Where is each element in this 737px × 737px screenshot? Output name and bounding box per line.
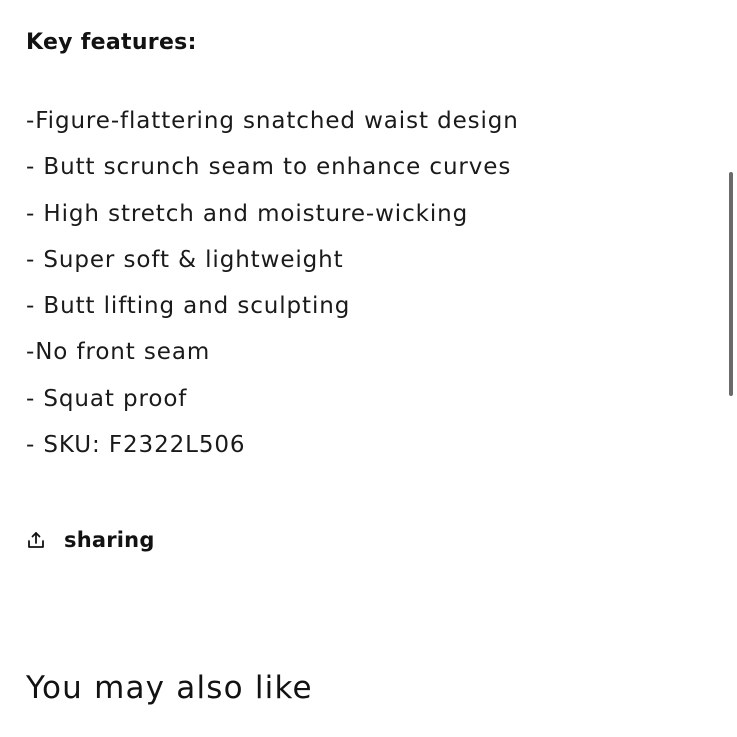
feature-item: - High stretch and moisture-wicking <box>26 200 469 227</box>
key-features-heading: Key features: <box>26 30 197 55</box>
you-may-also-like-title: You may also like <box>26 670 313 706</box>
share-icon <box>26 530 46 550</box>
feature-item: -Figure-flattering snatched waist design <box>26 108 519 134</box>
feature-item: - Super soft & lightweight <box>26 246 344 273</box>
scrollbar[interactable] <box>729 172 733 396</box>
feature-item: - Butt lifting and sculpting <box>26 293 351 320</box>
share-button[interactable]: sharing <box>26 528 155 552</box>
features-list: -Figure-flattering snatched waist design… <box>26 98 519 468</box>
share-label: sharing <box>64 528 155 552</box>
feature-item: -No front seam <box>26 339 211 366</box>
feature-item: - Squat proof <box>26 385 188 412</box>
feature-item: - SKU: F2322L506 <box>26 432 246 459</box>
feature-item: - Butt scrunch seam to enhance curves <box>26 154 512 181</box>
